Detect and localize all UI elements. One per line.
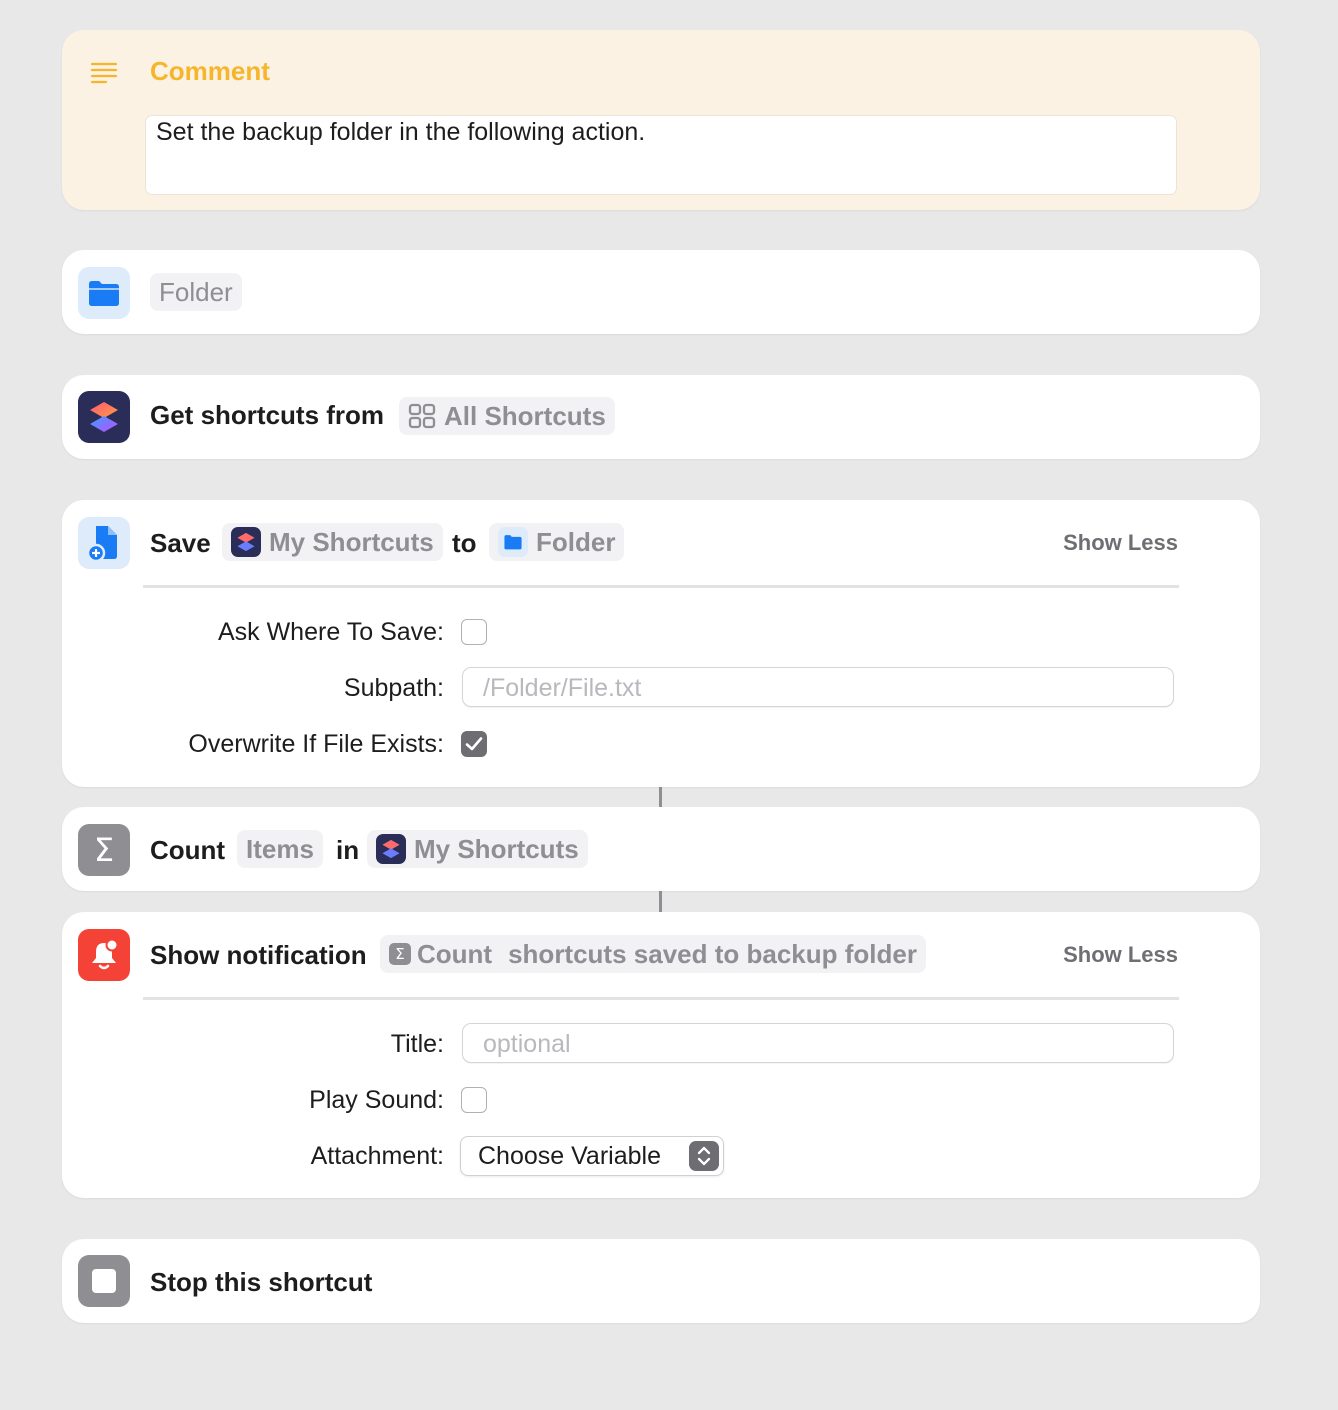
ask-where-checkbox[interactable] [461, 619, 487, 645]
shortcuts-mini-icon [376, 834, 406, 864]
count-type-label: Items [246, 833, 314, 864]
play-sound-checkbox[interactable] [461, 1087, 487, 1113]
folder-action[interactable]: Folder [62, 250, 1260, 334]
play-sound-label: Play Sound: [309, 1086, 444, 1114]
grid-icon [408, 403, 436, 429]
count-variable-chip-label: Count [417, 938, 493, 969]
count-action[interactable]: Σ Count Items in My Shortcuts [62, 807, 1260, 891]
save-destination-label: Folder [536, 526, 616, 557]
checkmark-icon [465, 736, 483, 752]
stop-title: Stop this shortcut [150, 1267, 373, 1297]
comment-text: Set the backup folder in the following a… [156, 118, 646, 146]
show-notification-action[interactable]: Show notification Σ Count shortcuts save… [62, 912, 1260, 1198]
flow-connector [659, 891, 662, 912]
sigma-icon: Σ [78, 824, 130, 876]
notification-show-less-button[interactable]: Show Less [1063, 942, 1178, 968]
count-variable-token[interactable]: My Shortcuts [367, 830, 588, 868]
count-variable-label: My Shortcuts [414, 833, 579, 864]
subpath-input[interactable]: /Folder/File.txt [462, 667, 1174, 707]
notification-title-placeholder: optional [483, 1030, 571, 1058]
stepper-chevrons-icon [689, 1141, 719, 1171]
comment-lines-icon [90, 60, 118, 91]
save-divider [143, 585, 1179, 588]
save-variable-token[interactable]: My Shortcuts [222, 523, 443, 561]
count-type-token[interactable]: Items [237, 830, 323, 868]
shortcuts-mini-icon [231, 527, 261, 557]
save-show-less-button[interactable]: Show Less [1063, 530, 1178, 556]
get-shortcuts-title: Get shortcuts from [150, 400, 385, 430]
subpath-label: Subpath: [343, 674, 444, 702]
notification-message-token[interactable]: Σ Count shortcuts saved to backup folder [380, 935, 926, 973]
stop-shortcut-action[interactable]: Stop this shortcut [62, 1239, 1260, 1323]
sigma-mini-icon: Σ [389, 943, 411, 965]
notification-title: Show notification [150, 940, 367, 970]
attachment-label: Attachment: [310, 1142, 444, 1170]
attachment-select-value: Choose Variable [478, 1141, 661, 1170]
shortcuts-app-icon [78, 391, 130, 443]
notification-message-text: shortcuts saved to backup folder [508, 938, 917, 969]
notification-title-label: Title: [390, 1030, 444, 1058]
notification-bell-icon [78, 929, 130, 981]
save-destination-token[interactable]: Folder [489, 523, 625, 561]
folder-action-icon [78, 267, 130, 319]
save-to-label: to [452, 528, 477, 558]
folder-placeholder-label: Folder [159, 276, 233, 307]
count-variable-chip[interactable]: Σ Count [389, 939, 492, 970]
all-shortcuts-label: All Shortcuts [444, 400, 606, 431]
subpath-placeholder: /Folder/File.txt [483, 674, 642, 702]
comment-text-field[interactable]: Set the backup folder in the following a… [145, 115, 1177, 195]
notification-divider [143, 997, 1179, 1000]
save-variable-label: My Shortcuts [269, 526, 434, 557]
count-in-label: in [336, 835, 360, 865]
all-shortcuts-token[interactable]: All Shortcuts [399, 397, 615, 435]
ask-where-label: Ask Where To Save: [217, 618, 444, 646]
save-file-action[interactable]: Save My Shortcuts to Folder Show Less As… [62, 500, 1260, 787]
comment-title: Comment [150, 56, 270, 86]
folder-placeholder-token[interactable]: Folder [150, 273, 242, 311]
overwrite-label: Overwrite If File Exists: [188, 730, 444, 758]
save-file-icon [78, 517, 130, 569]
stop-square-icon [78, 1255, 130, 1307]
count-title: Count [150, 835, 226, 865]
comment-action[interactable]: Comment Set the backup folder in the fol… [62, 30, 1260, 210]
attachment-select[interactable]: Choose Variable [460, 1136, 724, 1176]
notification-title-input[interactable]: optional [462, 1023, 1174, 1063]
folder-mini-icon [498, 527, 528, 557]
get-shortcuts-action[interactable]: Get shortcuts from All Shortcuts [62, 375, 1260, 459]
save-title: Save [150, 528, 211, 558]
overwrite-checkbox[interactable] [461, 731, 487, 757]
flow-connector [659, 787, 662, 807]
